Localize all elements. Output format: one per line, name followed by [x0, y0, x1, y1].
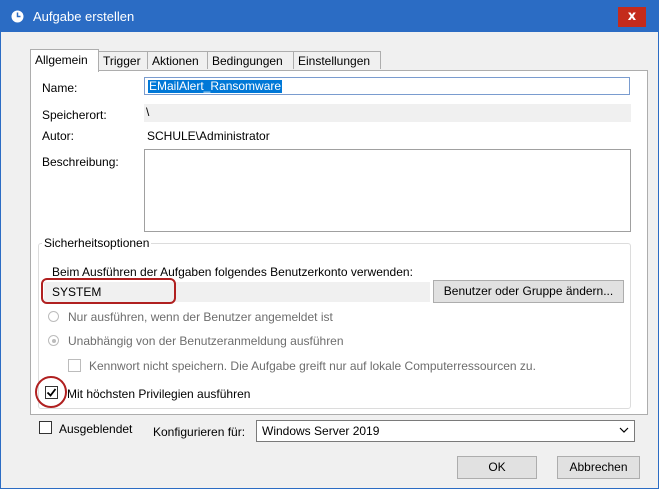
no-store-password-label: Kennwort nicht speichern. Die Aufgabe gr… — [89, 359, 536, 373]
author-value: SCHULE\Administrator — [147, 129, 270, 143]
configure-select[interactable]: Windows Server 2019 — [256, 420, 635, 442]
name-input[interactable]: EMailAlert_Ransomware — [144, 77, 630, 95]
radio-regardless[interactable] — [48, 335, 59, 346]
tab-trigger[interactable]: Trigger — [98, 51, 148, 69]
description-label: Beschreibung: — [42, 155, 119, 169]
ok-button[interactable]: OK — [457, 456, 537, 479]
configure-label: Konfigurieren für: — [153, 425, 246, 439]
tab-allgemein[interactable]: Allgemein — [30, 49, 99, 72]
account-prompt: Beim Ausführen der Aufgaben folgendes Be… — [52, 265, 413, 279]
location-label: Speicherort: — [42, 108, 107, 122]
configure-value: Windows Server 2019 — [262, 424, 380, 438]
name-label: Name: — [42, 81, 78, 95]
window-title: Aufgabe erstellen — [33, 9, 135, 24]
dialog-window: Aufgabe erstellen x Allgemein Trigger Ak… — [0, 0, 659, 489]
description-textarea[interactable] — [144, 149, 631, 232]
task-clock-icon — [11, 10, 24, 23]
radio-regardless-label: Unabhängig von der Benutzeranmeldung aus… — [68, 334, 344, 348]
no-store-password-checkbox[interactable] — [68, 359, 81, 372]
tab-aktionen[interactable]: Aktionen — [147, 51, 208, 69]
hidden-label: Ausgeblendet — [59, 422, 133, 436]
radio-logged-on[interactable] — [48, 311, 59, 322]
hidden-checkbox[interactable] — [39, 421, 52, 434]
security-options-title: Sicherheitsoptionen — [42, 236, 152, 250]
radio-logged-on-label: Nur ausführen, wenn der Benutzer angemel… — [68, 310, 333, 324]
change-user-button[interactable]: Benutzer oder Gruppe ändern... — [433, 280, 624, 303]
checkbox-highlight — [35, 376, 67, 408]
chevron-down-icon — [619, 427, 629, 433]
author-label: Autor: — [42, 129, 75, 143]
name-value: EMailAlert_Ransomware — [148, 79, 283, 93]
close-button[interactable]: x — [618, 7, 646, 27]
location-value: \ — [146, 105, 150, 119]
account-highlight — [41, 278, 176, 304]
cancel-button[interactable]: Abbrechen — [557, 456, 640, 479]
highest-privileges-label: Mit höchsten Privilegien ausführen — [67, 387, 251, 401]
tab-einstellungen[interactable]: Einstellungen — [293, 51, 381, 69]
title-bar[interactable]: Aufgabe erstellen x — [1, 1, 658, 32]
radio-selected-dot — [52, 339, 56, 343]
location-field — [144, 104, 631, 122]
tab-bedingungen[interactable]: Bedingungen — [207, 51, 294, 69]
